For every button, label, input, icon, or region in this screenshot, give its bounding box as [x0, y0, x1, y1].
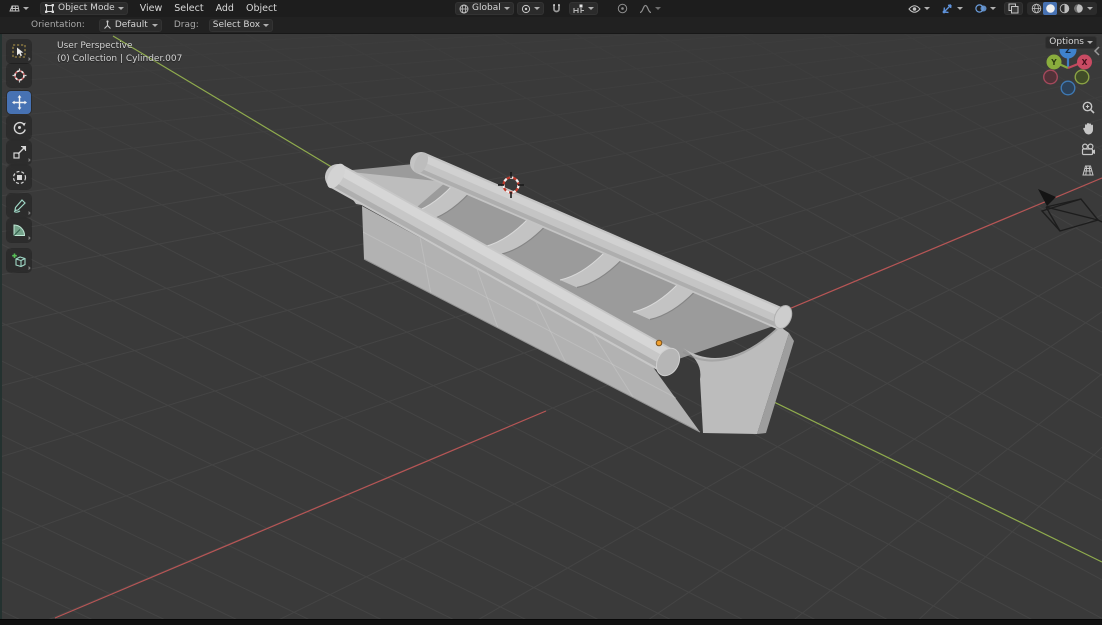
toggle-perspective-button[interactable]: [1079, 161, 1097, 179]
pivot-point-icon: [521, 4, 530, 13]
tool-annotate[interactable]: [7, 194, 31, 217]
viewport-info-overlay: User Perspective (0) Collection | Cylind…: [57, 40, 182, 66]
chevron-down-icon: [990, 7, 996, 10]
active-object-breadcrumb: (0) Collection | Cylinder.007: [57, 54, 183, 64]
options-label: Options: [1049, 37, 1084, 47]
wireframe-sphere-icon: [1031, 3, 1041, 14]
viewport-gizmos-dropdown[interactable]: [938, 2, 967, 15]
shading-solid-button[interactable]: [1043, 2, 1057, 15]
chevron-down-icon: [1087, 41, 1093, 44]
tool-scale[interactable]: [7, 141, 31, 164]
mode-label: Object Mode: [58, 3, 115, 13]
menu-view[interactable]: View: [134, 3, 169, 14]
chevron-down-icon: [587, 7, 594, 10]
material-preview-sphere-icon: [1059, 3, 1069, 14]
menu-object[interactable]: Object: [240, 3, 283, 14]
chevron-down-icon: [924, 7, 930, 10]
axis-orientation-icon: [103, 20, 111, 29]
shading-material-button[interactable]: [1057, 2, 1071, 15]
orientation-globe-icon: [459, 4, 469, 13]
object-types-visibility-dropdown[interactable]: [904, 2, 934, 15]
move-tool-icon: [11, 95, 27, 110]
mode-selector[interactable]: Object Mode: [40, 2, 128, 15]
falloff-curve-icon: [639, 4, 651, 13]
object-mode-icon: [45, 4, 54, 13]
tool-select-box[interactable]: [7, 40, 31, 63]
transform-orientation-dropdown[interactable]: Global: [455, 2, 514, 15]
blender-window: Object Mode View Select Add Object Globa…: [0, 0, 1102, 625]
chevron-down-icon: [117, 7, 124, 10]
xray-toggle-icon: [1008, 3, 1019, 14]
chevron-down-icon: [503, 7, 510, 10]
tool-move[interactable]: [7, 91, 31, 114]
status-bar: [0, 619, 1102, 625]
3d-cursor-tool-icon: [12, 68, 26, 83]
options-dropdown[interactable]: Options: [1045, 36, 1097, 49]
tool-cursor[interactable]: [7, 64, 31, 87]
view-perspective-label: User Perspective: [57, 41, 133, 51]
chevron-down-icon: [957, 7, 963, 10]
camera-icon: [1081, 142, 1095, 155]
zoom-button[interactable]: [1079, 98, 1097, 116]
magnet-icon: [552, 4, 560, 13]
3d-viewport-editor-icon: [9, 5, 20, 12]
chevron-down-icon: [533, 7, 540, 10]
solid-sphere-icon: [1045, 4, 1055, 13]
3d-viewport[interactable]: [0, 0, 1102, 625]
snap-increment-icon: [573, 4, 584, 13]
object-origin-dot: [655, 339, 663, 347]
snap-target-dropdown[interactable]: [568, 2, 598, 15]
chevron-down-icon: [151, 23, 158, 27]
rotate-tool-icon: [13, 121, 26, 135]
tool-transform[interactable]: [7, 166, 31, 189]
shading-rendered-button[interactable]: [1071, 2, 1085, 15]
orientation-value: Global: [472, 3, 501, 13]
magnifier-icon: [1082, 101, 1095, 114]
proportional-falloff-dropdown[interactable]: [635, 2, 665, 15]
drag-dropdown[interactable]: Select Box: [208, 18, 274, 32]
transform-tool-icon: [12, 170, 26, 185]
proportional-editing-toggle[interactable]: [613, 2, 632, 15]
orthographic-grid-icon: [1082, 165, 1094, 176]
camera-view-button[interactable]: [1079, 140, 1097, 158]
tool-measure[interactable]: [7, 219, 31, 242]
menu-select[interactable]: Select: [168, 3, 209, 14]
menu-add[interactable]: Add: [210, 3, 240, 14]
viewport-overlays-icon: [975, 4, 987, 13]
pivot-point-dropdown[interactable]: [516, 2, 544, 15]
viewport-nav-controls: [1079, 98, 1097, 182]
proportional-editing-icon: [617, 3, 627, 14]
gizmo-y-label: Y: [1050, 58, 1057, 67]
gizmo-axis-z-negative[interactable]: [1060, 80, 1076, 96]
hand-icon: [1082, 122, 1093, 134]
gizmo-axis-x-negative[interactable]: [1042, 69, 1058, 85]
viewport-overlays-dropdown[interactable]: [971, 2, 1000, 15]
editor-edge: [0, 34, 2, 619]
tool-add-cube[interactable]: [7, 249, 31, 272]
orientation-label: Orientation:: [31, 20, 85, 30]
shading-mode-group: [1027, 2, 1097, 15]
chevron-down-icon: [263, 23, 270, 27]
viewport-gizmos-icon: [942, 4, 952, 14]
rendered-sphere-icon: [1073, 4, 1083, 13]
orientation-value: Default: [114, 19, 148, 30]
gizmo-x-label: X: [1082, 58, 1088, 67]
chevron-down-icon: [23, 7, 29, 10]
chevron-down-icon: [1087, 7, 1093, 10]
drag-label: Drag:: [173, 20, 199, 30]
tool-settings-bar: Orientation: Default Drag: Select Box Op…: [0, 17, 1102, 49]
orientation-dropdown[interactable]: Default: [98, 18, 162, 32]
tool-rotate[interactable]: [7, 116, 31, 139]
gizmo-axis-y-negative[interactable]: [1074, 69, 1090, 85]
snap-toggle[interactable]: [547, 2, 566, 15]
editor-type-selector[interactable]: [4, 2, 33, 15]
shading-wireframe-button[interactable]: [1029, 2, 1043, 15]
xray-toggle[interactable]: [1004, 2, 1023, 15]
chevron-down-icon: [654, 7, 661, 10]
drag-value: Select Box: [212, 19, 261, 30]
object-types-visibility-icon: [908, 4, 921, 13]
viewport-header: Object Mode View Select Add Object Globa…: [0, 0, 1102, 17]
pan-button[interactable]: [1079, 119, 1097, 137]
